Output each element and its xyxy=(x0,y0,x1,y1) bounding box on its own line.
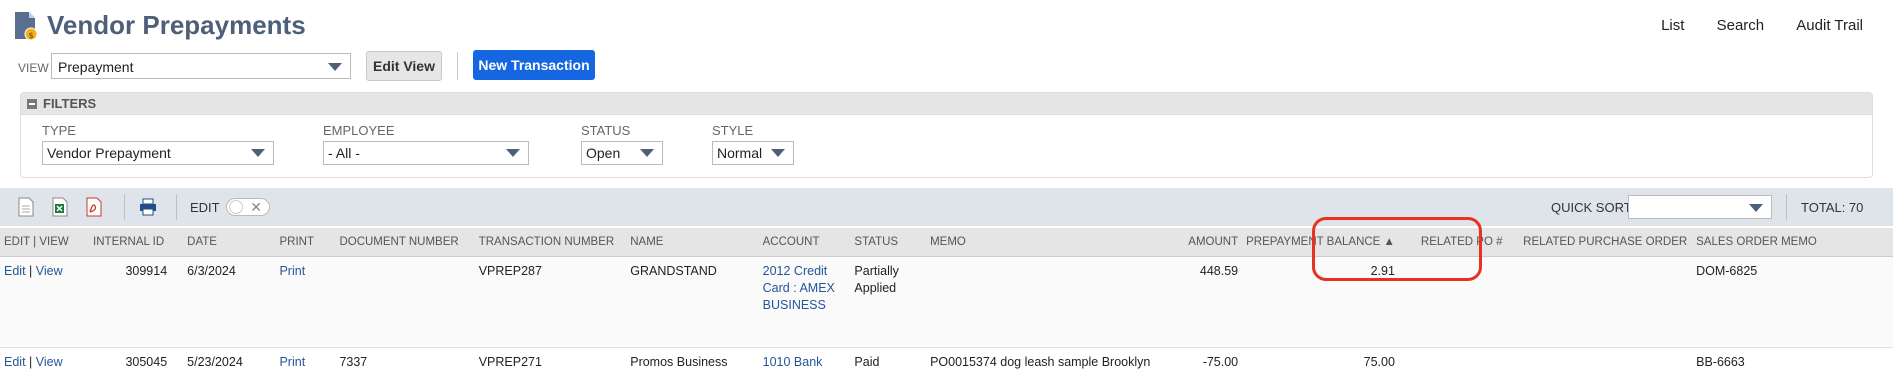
collapse-icon[interactable] xyxy=(27,99,37,109)
transaction-number-cell: VPREP287 xyxy=(475,257,627,348)
column-header[interactable]: DOCUMENT NUMBER xyxy=(335,228,474,257)
toolbar-divider xyxy=(176,194,177,220)
list-link[interactable]: List xyxy=(1661,17,1684,34)
chevron-down-icon xyxy=(328,63,342,71)
export-csv-icon[interactable] xyxy=(16,197,36,217)
vendor-prepayment-icon: $ xyxy=(13,11,39,41)
chevron-down-icon xyxy=(506,149,520,157)
search-link[interactable]: Search xyxy=(1717,17,1765,34)
quick-sort-label: QUICK SORT xyxy=(1551,200,1632,215)
toolbar-divider xyxy=(124,194,125,220)
column-header[interactable]: TRANSACTION NUMBER xyxy=(475,228,627,257)
print-icon[interactable] xyxy=(138,197,158,217)
name-cell: GRANDSTAND xyxy=(626,257,758,348)
internal-id-cell: 309914 xyxy=(89,257,183,348)
type-filter-value: Vendor Prepayment xyxy=(47,145,171,161)
page-header: $ Vendor Prepayments List Search Audit T… xyxy=(0,0,1893,50)
view-link[interactable]: View xyxy=(36,264,63,278)
column-header: EDIT | VIEW xyxy=(0,228,89,257)
chevron-down-icon xyxy=(771,149,785,157)
edit-view-cell: Edit | View xyxy=(0,257,89,348)
status-filter-select[interactable]: Open xyxy=(581,141,663,165)
account-link[interactable]: 2012 Credit Card : AMEX BUSINESS xyxy=(763,264,835,312)
type-filter-select[interactable]: Vendor Prepayment xyxy=(42,141,274,165)
results-table: EDIT | VIEW INTERNAL ID DATE PRINT DOCUM… xyxy=(0,228,1893,380)
column-header[interactable]: MEMO xyxy=(926,228,1184,257)
edit-toggle[interactable]: ✕ xyxy=(226,198,270,216)
top-links: List Search Audit Trail xyxy=(1633,17,1863,34)
status-filter-label: STATUS xyxy=(581,123,630,138)
close-icon: ✕ xyxy=(250,199,262,215)
export-pdf-icon[interactable] xyxy=(84,197,104,217)
svg-text:$: $ xyxy=(28,31,33,40)
account-cell: 2012 Credit Card : AMEX BUSINESS xyxy=(759,257,851,348)
view-link[interactable]: View xyxy=(36,355,63,369)
amount-cell: 448.59 xyxy=(1184,257,1242,348)
page-title: Vendor Prepayments xyxy=(47,10,306,41)
total-count: TOTAL: 70 xyxy=(1801,200,1863,215)
column-header[interactable]: INTERNAL ID xyxy=(89,228,183,257)
prepayment-balance-cell: 2.91 xyxy=(1242,257,1417,348)
column-header[interactable]: DATE xyxy=(183,228,275,257)
document-number-cell xyxy=(335,257,474,348)
view-select[interactable]: Prepayment xyxy=(51,53,351,79)
date-cell: 6/3/2024 xyxy=(183,257,275,348)
column-header[interactable]: STATUS xyxy=(850,228,926,257)
status-filter-value: Open xyxy=(586,145,620,161)
chevron-down-icon xyxy=(251,149,265,157)
status-cell: Partially Applied xyxy=(850,257,926,348)
edit-link[interactable]: Edit xyxy=(4,355,26,369)
column-header[interactable]: AMOUNT xyxy=(1184,228,1242,257)
print-cell: Print xyxy=(275,257,335,348)
style-filter-label: STYLE xyxy=(712,123,753,138)
view-select-value: Prepayment xyxy=(58,59,133,75)
column-header[interactable]: ACCOUNT xyxy=(759,228,851,257)
table-header-row: EDIT | VIEW INTERNAL ID DATE PRINT DOCUM… xyxy=(0,228,1893,257)
edit-view-button[interactable]: Edit View xyxy=(366,51,442,81)
filters-header[interactable]: FILTERS xyxy=(21,93,1872,115)
column-header[interactable]: RELATED PURCHASE ORDER xyxy=(1519,228,1692,257)
style-filter-value: Normal xyxy=(717,145,762,161)
edit-toggle-label: EDIT xyxy=(190,200,220,215)
divider xyxy=(457,52,458,80)
account-link[interactable]: 1010 Bank xyxy=(763,355,823,369)
view-label: VIEW xyxy=(18,61,49,75)
print-link[interactable]: Print xyxy=(279,264,305,278)
export-excel-icon[interactable] xyxy=(50,197,70,217)
chevron-down-icon xyxy=(1749,204,1763,212)
column-header[interactable]: RELATED PO # xyxy=(1417,228,1519,257)
sales-order-memo-cell: DOM-6825 xyxy=(1692,257,1893,348)
column-header[interactable]: NAME xyxy=(626,228,758,257)
print-link[interactable]: Print xyxy=(279,355,305,369)
edit-link[interactable]: Edit xyxy=(4,264,26,278)
table-row: Edit | View 309914 6/3/2024 Print VPREP2… xyxy=(0,257,1893,348)
filters-title: FILTERS xyxy=(43,96,96,111)
employee-filter-value: - All - xyxy=(328,145,360,161)
memo-cell xyxy=(926,257,1184,348)
toolbar-divider xyxy=(1786,194,1787,220)
list-toolbar: EDIT ✕ QUICK SORT TOTAL: 70 xyxy=(0,188,1893,226)
style-filter-select[interactable]: Normal xyxy=(712,141,794,165)
chevron-down-icon xyxy=(640,149,654,157)
filters-panel: FILTERS TYPE Vendor Prepayment EMPLOYEE … xyxy=(20,92,1873,178)
column-header-prepayment-balance[interactable]: PREPAYMENT BALANCE ▲ xyxy=(1242,228,1417,257)
type-filter-label: TYPE xyxy=(42,123,76,138)
audit-trail-link[interactable]: Audit Trail xyxy=(1796,17,1863,34)
column-header: PRINT xyxy=(275,228,335,257)
employee-filter-label: EMPLOYEE xyxy=(323,123,395,138)
quick-sort-select[interactable] xyxy=(1628,195,1772,219)
toggle-knob xyxy=(229,200,243,214)
related-purchase-order-cell xyxy=(1519,257,1692,348)
column-header[interactable]: SALES ORDER MEMO xyxy=(1692,228,1893,257)
employee-filter-select[interactable]: - All - xyxy=(323,141,529,165)
new-transaction-button[interactable]: New Transaction xyxy=(473,50,595,80)
related-po-cell xyxy=(1417,257,1519,348)
